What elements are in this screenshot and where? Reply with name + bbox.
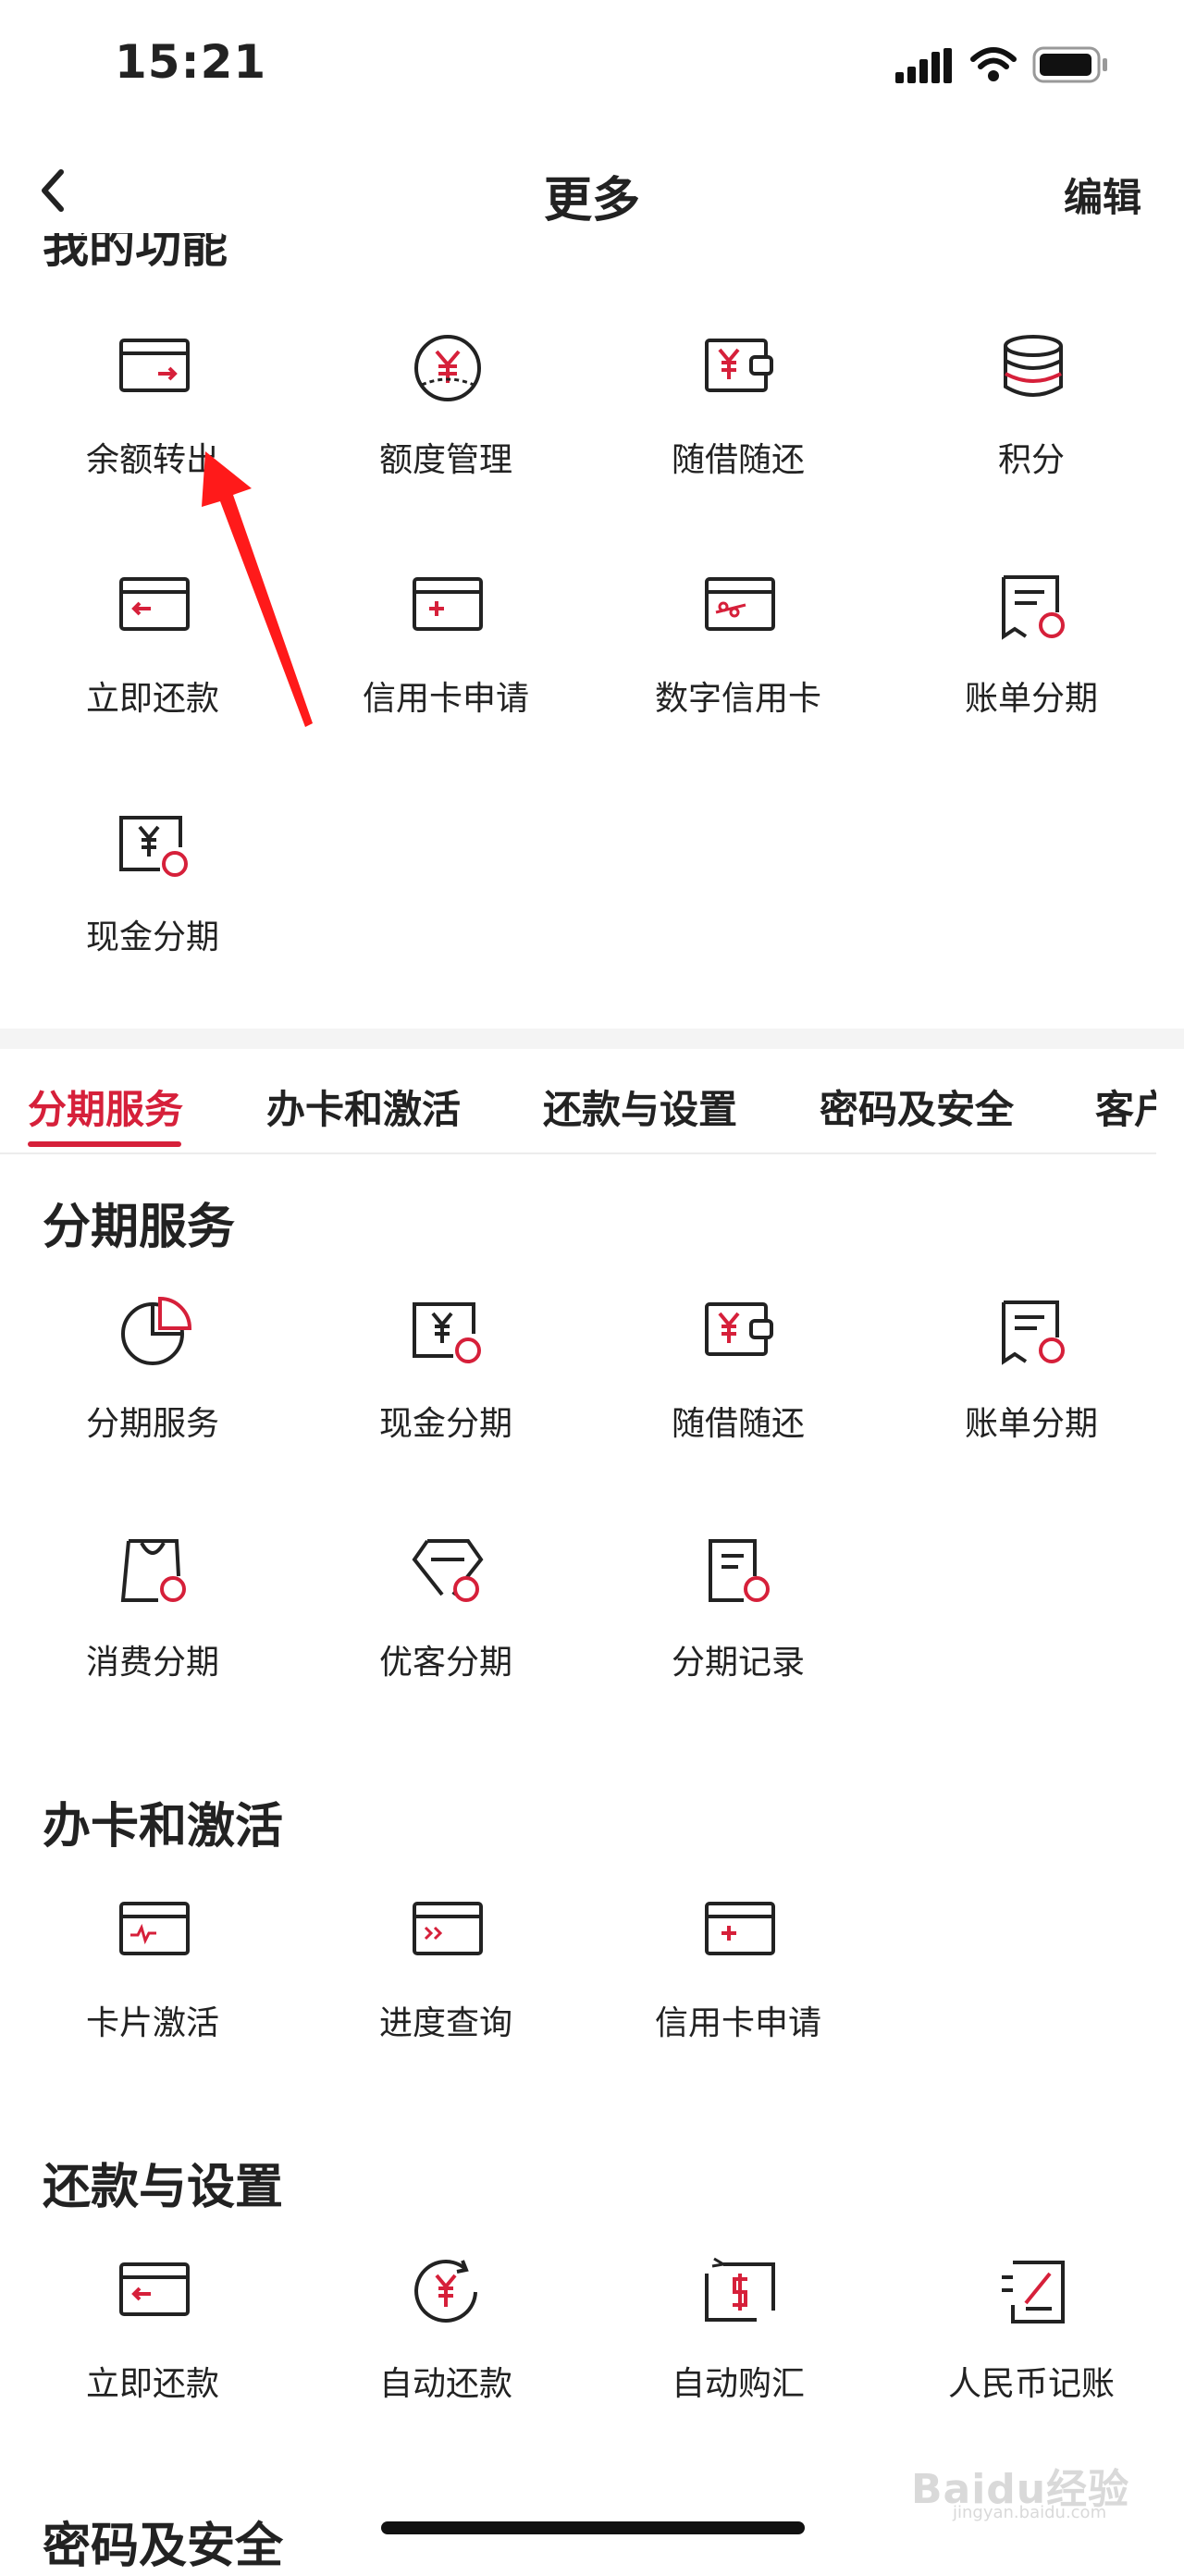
- status-time: 15:21: [115, 35, 267, 89]
- auto-repay-icon: [414, 2260, 477, 2323]
- function-progress-query[interactable]: 进度查询: [326, 1896, 566, 2081]
- function-label: 余额转出: [85, 441, 219, 479]
- tab-repay-settings[interactable]: 还款与设置: [543, 1078, 737, 1135]
- function-installment-record[interactable]: 分期记录: [618, 1535, 858, 1720]
- shopping-bag-icon: [120, 1539, 186, 1602]
- function-card-activate[interactable]: 卡片激活: [32, 1896, 273, 2081]
- function-bill-installment[interactable]: 账单分期: [911, 572, 1152, 757]
- digital-card-icon: [705, 577, 775, 631]
- card-apply-icon: [705, 1902, 775, 1955]
- tab-security[interactable]: 密码及安全: [820, 1078, 1014, 1135]
- function-label: 消费分期: [85, 1644, 219, 1682]
- card-apply-icon: [413, 577, 483, 631]
- bill-installment-icon: [1002, 575, 1065, 640]
- card-transfer-out-icon: [119, 339, 190, 392]
- function-repay-now[interactable]: 立即还款: [32, 2257, 273, 2442]
- function-label: 额度管理: [378, 441, 512, 479]
- tab-installment[interactable]: 分期服务: [28, 1078, 183, 1135]
- progress-query-icon: [413, 1902, 483, 1955]
- home-indicator[interactable]: [381, 2521, 805, 2534]
- function-label: 积分: [997, 441, 1065, 479]
- function-credit-limit[interactable]: 额度管理: [326, 333, 566, 518]
- navigation-bar: 更多 编辑: [0, 139, 1184, 245]
- function-label: 立即还款: [85, 2365, 219, 2403]
- cash-installment-icon: [119, 816, 188, 877]
- page-title: 更多: [543, 173, 640, 228]
- function-card-apply[interactable]: 信用卡申请: [618, 1896, 858, 2081]
- function-label: 分期服务: [85, 1405, 219, 1443]
- tab-customer[interactable]: 客户: [1095, 1078, 1156, 1135]
- record-icon: [709, 1539, 770, 1602]
- function-label: 自动还款: [378, 2365, 512, 2403]
- function-vip-installment[interactable]: 优客分期: [326, 1535, 566, 1720]
- function-points[interactable]: 积分: [911, 333, 1152, 518]
- function-label: 数字信用卡: [654, 680, 821, 718]
- function-borrow-repay[interactable]: 随借随还: [618, 1297, 858, 1482]
- function-consumption-installment[interactable]: 消费分期: [32, 1535, 273, 1720]
- function-auto-exchange[interactable]: 自动购汇: [618, 2257, 858, 2442]
- function-label: 信用卡申请: [654, 2004, 821, 2042]
- status-bar: 15:21: [0, 0, 1184, 139]
- my-functions-title: 我的功能: [43, 233, 228, 273]
- function-label: 现金分期: [85, 918, 219, 956]
- section-divider: [0, 1029, 1184, 1049]
- function-cash-installment[interactable]: 现金分期: [326, 1297, 566, 1482]
- function-installment-service[interactable]: 分期服务: [32, 1297, 273, 1482]
- function-label: 账单分期: [964, 680, 1098, 718]
- pie-chart-icon: [121, 1297, 191, 1365]
- section-title-card-activation: 办卡和激活: [43, 1799, 284, 1855]
- card-repay-icon: [119, 2262, 190, 2316]
- function-cash-installment[interactable]: 现金分期: [32, 810, 273, 995]
- active-tab-indicator: [28, 1141, 181, 1147]
- function-balance-transfer[interactable]: 余额转出: [32, 333, 273, 518]
- section-title-repay-settings: 还款与设置: [43, 2160, 284, 2215]
- edit-button[interactable]: 编辑: [1064, 166, 1141, 223]
- card-activate-icon: [119, 1902, 190, 1955]
- function-label: 人民币记账: [947, 2365, 1115, 2403]
- battery-icon: [1032, 46, 1107, 83]
- function-label: 现金分期: [378, 1405, 512, 1443]
- function-digital-card[interactable]: 数字信用卡: [618, 572, 858, 757]
- bill-installment-icon: [1002, 1300, 1065, 1365]
- function-bill-installment[interactable]: 账单分期: [911, 1297, 1152, 1482]
- rmb-ledger-icon: [1002, 2261, 1065, 2323]
- function-card-apply[interactable]: 信用卡申请: [326, 572, 566, 757]
- function-label: 分期记录: [671, 1644, 805, 1682]
- auto-exchange-icon: [705, 2257, 775, 2322]
- function-label: 信用卡申请: [362, 680, 529, 718]
- tab-card-activation[interactable]: 办卡和激活: [266, 1078, 461, 1135]
- function-label: 随借随还: [671, 441, 805, 479]
- card-repay-icon: [119, 577, 190, 631]
- function-repay-now[interactable]: 立即还款: [32, 572, 273, 757]
- cellular-signal-icon: [895, 48, 952, 83]
- category-tabs: 分期服务 办卡和激活 还款与设置 密码及安全 客户: [0, 1049, 1156, 1154]
- function-label: 随借随还: [671, 1405, 805, 1443]
- function-label: 优客分期: [378, 1644, 512, 1682]
- diamond-icon: [412, 1539, 484, 1602]
- cash-installment-icon: [413, 1302, 481, 1363]
- yuan-wallet-icon: [705, 339, 773, 392]
- function-label: 进度查询: [378, 2004, 512, 2042]
- function-label: 卡片激活: [85, 2004, 219, 2042]
- function-label: 自动购汇: [671, 2365, 805, 2403]
- watermark-url: jingyan.baidu.com: [953, 2503, 1107, 2522]
- wifi-icon: [970, 47, 1017, 81]
- function-label: 立即还款: [85, 680, 219, 718]
- function-rmb-ledger[interactable]: 人民币记账: [911, 2257, 1152, 2442]
- function-borrow-repay[interactable]: 随借随还: [618, 333, 858, 518]
- section-title-security: 密码及安全: [43, 2519, 284, 2574]
- function-auto-repay[interactable]: 自动还款: [326, 2257, 566, 2442]
- points-stack-icon: [1004, 335, 1063, 397]
- yuan-wallet-icon: [705, 1302, 773, 1356]
- yuan-limit-icon: [414, 335, 481, 401]
- function-label: 账单分期: [964, 1405, 1098, 1443]
- section-title-installment: 分期服务: [43, 1200, 236, 1255]
